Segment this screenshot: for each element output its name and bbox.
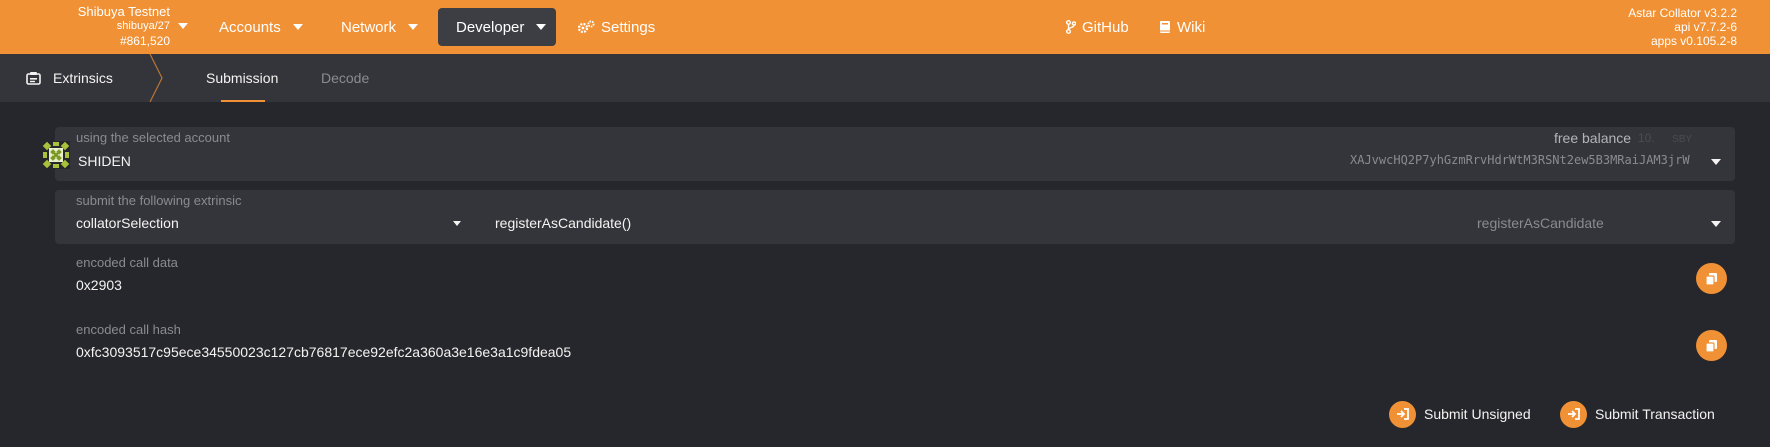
module-value: collatorSelection: [76, 215, 179, 231]
submit-unsigned-label: Submit Unsigned: [1424, 406, 1531, 422]
nav-settings[interactable]: Settings: [565, 8, 667, 46]
code-branch-icon: [1066, 20, 1076, 34]
chain-selector[interactable]: Shibuya Testnet shibuya/27 #861,520: [0, 0, 195, 54]
chain-spec: shibuya/27: [116, 20, 170, 32]
chain-name: Shibuya Testnet: [77, 4, 170, 19]
tab-decode[interactable]: Decode: [321, 54, 369, 102]
chevron-down-icon: [536, 24, 547, 30]
section-title: Extrinsics: [26, 54, 113, 102]
node-version: Astar Collator v3.2.2: [1628, 6, 1737, 20]
chevron-down-icon: [292, 24, 303, 30]
version-info: Astar Collator v3.2.2 api v7.7.2-6 apps …: [1628, 6, 1737, 48]
section-tabs-bar: Extrinsics Submission Decode: [0, 54, 1770, 102]
copy-icon: [1705, 272, 1717, 286]
copy-call-data-button[interactable]: [1696, 263, 1727, 294]
free-balance-value: 10. SBY: [1638, 131, 1692, 145]
balance-amount: 10.: [1638, 131, 1655, 145]
submit-unsigned-button[interactable]: Submit Unsigned: [1389, 399, 1531, 429]
submit-transaction-button[interactable]: Submit Transaction: [1560, 399, 1715, 429]
account-address: XAJvwcHQ2P7yhGzmRrvHdrWtM3RSNt2ew5B3MRai…: [1350, 153, 1690, 167]
chevron-down-icon: [408, 24, 419, 30]
nav-developer-label: Developer: [456, 18, 525, 36]
top-navigation-bar: Shibuya Testnet shibuya/27 #861,520 Acco…: [0, 0, 1770, 54]
submit-transaction-label: Submit Transaction: [1595, 406, 1715, 422]
gears-icon: [577, 20, 595, 34]
nav-wiki[interactable]: Wiki: [1147, 8, 1217, 46]
encoded-call-hash-label: encoded call hash: [76, 322, 181, 337]
account-label: using the selected account: [76, 130, 230, 145]
call-dropdown[interactable]: registerAsCandidate() registerAsCandidat…: [475, 190, 1735, 244]
chain-block-number: #861,520: [119, 34, 170, 48]
api-version: api v7.7.2-6: [1674, 20, 1737, 34]
encoded-call-hash-value: 0xfc3093517c95ece34550023c127cb76817ece9…: [76, 344, 572, 360]
nav-accounts[interactable]: Accounts: [207, 8, 315, 46]
call-method-name: registerAsCandidate: [1477, 215, 1604, 231]
module-dropdown[interactable]: collatorSelection: [55, 190, 475, 244]
nav-network-label: Network: [341, 18, 397, 36]
copy-call-hash-button[interactable]: [1696, 330, 1727, 361]
account-identicon-icon: [42, 141, 70, 169]
balance-unit: SBY: [1672, 134, 1693, 145]
chevron-down-icon: [1711, 221, 1721, 227]
tab-submission[interactable]: Submission: [206, 54, 278, 102]
nav-settings-label: Settings: [601, 18, 656, 36]
active-tab-indicator: [221, 100, 265, 102]
account-name: SHIDEN: [78, 153, 131, 169]
extrinsics-icon: [26, 71, 41, 85]
call-signature: registerAsCandidate(): [495, 215, 632, 231]
breadcrumb-separator-icon: [149, 54, 163, 102]
nav-github[interactable]: GitHub: [1054, 8, 1141, 46]
section-title-label: Extrinsics: [53, 70, 113, 86]
chevron-down-icon: [453, 221, 461, 226]
copy-icon: [1705, 339, 1717, 353]
nav-developer[interactable]: Developer: [438, 8, 556, 46]
chevron-down-icon: [1711, 159, 1721, 165]
book-icon: [1159, 20, 1171, 34]
encoded-call-data-value: 0x2903: [76, 277, 122, 293]
sign-in-icon: [1560, 400, 1587, 428]
sign-in-icon: [1389, 400, 1416, 428]
account-selector[interactable]: using the selected account SHIDEN free b…: [55, 127, 1735, 181]
encoded-call-data-label: encoded call data: [76, 255, 178, 270]
free-balance-label: free balance: [1554, 130, 1632, 146]
nav-accounts-label: Accounts: [219, 18, 281, 36]
nav-network[interactable]: Network: [329, 8, 430, 46]
chevron-down-icon: [178, 23, 188, 29]
nav-github-label: GitHub: [1082, 18, 1129, 36]
nav-wiki-label: Wiki: [1177, 18, 1206, 36]
extrinsic-selector: submit the following extrinsic collatorS…: [55, 190, 1735, 244]
apps-version: apps v0.105.2-8: [1650, 34, 1737, 48]
